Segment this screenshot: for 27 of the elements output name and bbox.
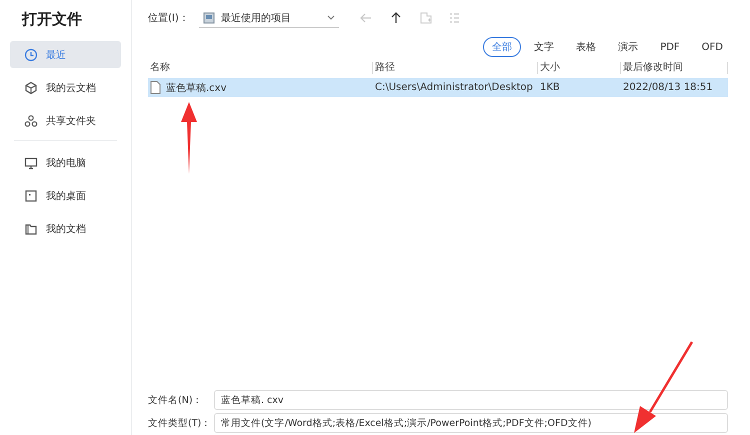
filter-tab[interactable]: 表格 xyxy=(567,37,606,57)
column-header[interactable]: 路径 xyxy=(373,62,538,74)
file-path: C:\Users\Administrator\Desktop xyxy=(374,82,534,93)
file-type-label: 文件类型(T)： xyxy=(148,416,212,430)
file-size: 1KB xyxy=(539,82,561,93)
location-dropdown[interactable]: 最近使用的项目 xyxy=(198,8,339,28)
dialog-title: 打开文件 xyxy=(22,10,82,29)
sidebar-item[interactable]: 我的桌面 xyxy=(10,182,121,209)
file-name: 蓝色草稿.cxv xyxy=(165,82,227,94)
filter-tab[interactable]: 演示 xyxy=(609,37,648,57)
filter-tab[interactable]: OFD xyxy=(692,38,732,56)
file-row[interactable]: 蓝色草稿.cxv C:\Users\Administrator\Desktop 1KB 2022/08/13 18:51 xyxy=(148,78,728,97)
file-name-label: 文件名(N)： xyxy=(148,394,204,406)
filter-tab[interactable]: 全部 xyxy=(483,37,522,57)
file-date: 2022/08/13 18:51 xyxy=(622,82,714,93)
sidebar-item[interactable]: 我的文档 xyxy=(10,215,121,242)
file-type-field[interactable]: 常用文件(文字/Word格式;表格/Excel格式;演示/PowerPoint格式;PDF文件;OFD文件) xyxy=(214,413,728,433)
sidebar-item[interactable]: 我的云文档 xyxy=(10,74,121,101)
column-header[interactable]: 最后修改时间 xyxy=(621,62,728,74)
filter-tab[interactable]: PDF xyxy=(651,38,689,56)
sidebar-item[interactable]: 我的电脑 xyxy=(10,149,121,176)
column-header[interactable]: 名称 xyxy=(148,62,373,74)
location-label: 位置(I)： xyxy=(148,12,189,25)
column-header[interactable]: 大小 xyxy=(538,62,621,74)
filter-tab[interactable]: 文字 xyxy=(525,37,564,57)
sidebar-item[interactable]: 共享文件夹 xyxy=(10,107,121,134)
file-name-field[interactable]: 蓝色草稿. cxv xyxy=(214,390,728,410)
